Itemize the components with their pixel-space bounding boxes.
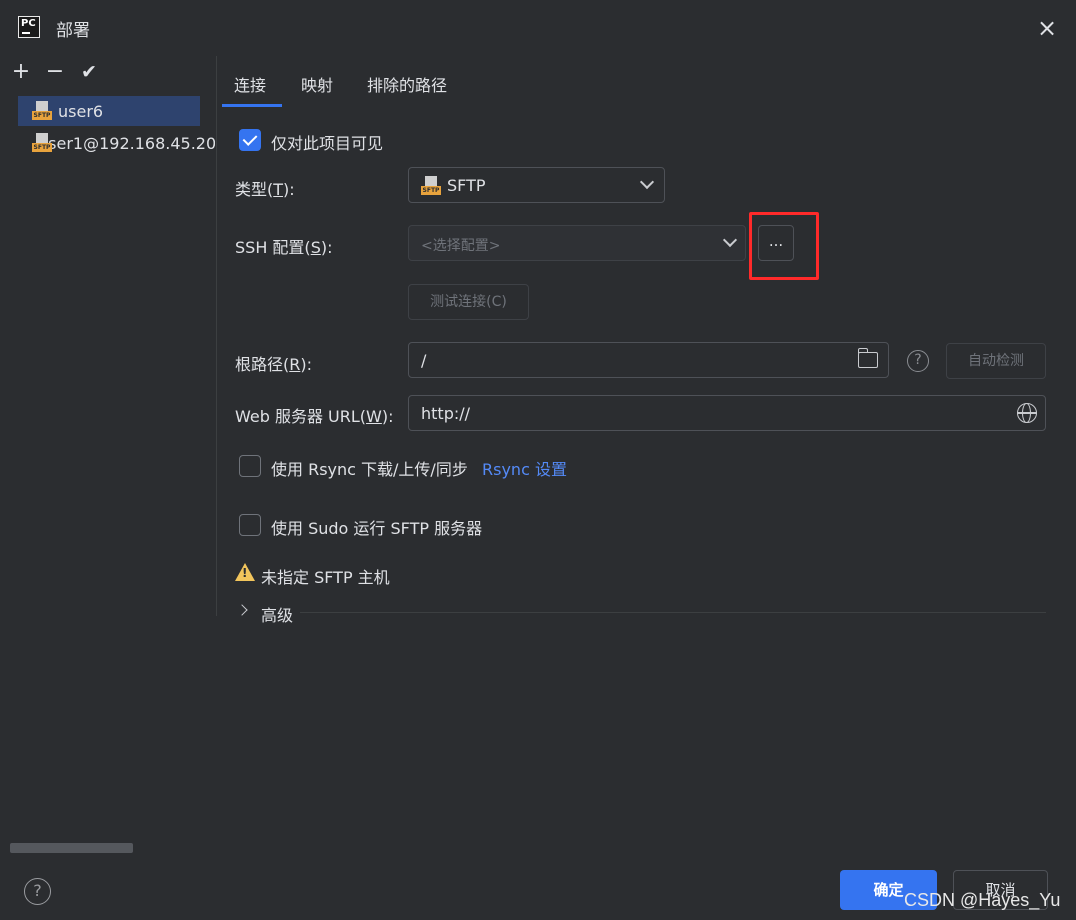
root-path-input[interactable]: /: [408, 342, 889, 378]
visible-only-project-checkbox[interactable]: [239, 129, 261, 151]
server-item-user1[interactable]: SFTP user1@192.168.45.20: [18, 128, 215, 158]
watermark-text: CSDN @Hayes_Yu: [904, 890, 1061, 910]
server-item-label: user1@192.168.45.20: [38, 133, 215, 153]
type-value: SFTP: [447, 176, 486, 195]
active-tab-indicator: [222, 104, 282, 107]
tab-bar: 连接 映射 排除的路径: [218, 56, 1076, 108]
sftp-server-icon: SFTP: [32, 101, 52, 121]
window-title: 部署: [56, 21, 90, 41]
add-server-button[interactable]: +: [8, 60, 34, 86]
tab-excluded-paths[interactable]: 排除的路径: [367, 72, 447, 96]
help-icon[interactable]: ?: [24, 878, 51, 905]
horizontal-scrollbar[interactable]: [10, 843, 133, 853]
advanced-section-toggle[interactable]: 高级: [261, 602, 293, 626]
help-icon[interactable]: ?: [907, 350, 929, 372]
server-item-user6[interactable]: SFTP user6: [18, 96, 200, 126]
tab-connection[interactable]: 连接: [234, 72, 266, 96]
warning-icon: !: [235, 563, 255, 581]
server-item-label: user6: [58, 101, 104, 121]
autodetect-button[interactable]: 自动检测: [946, 343, 1046, 379]
close-icon[interactable]: ×: [1034, 16, 1060, 42]
rsync-label: 使用 Rsync 下载/上传/同步: [271, 460, 468, 479]
folder-icon[interactable]: [857, 348, 878, 368]
ssh-config-label: SSH 配置(S):: [235, 238, 333, 257]
tab-mappings[interactable]: 映射: [301, 72, 333, 96]
panel-divider: [216, 56, 217, 616]
chevron-right-icon[interactable]: [236, 604, 248, 616]
web-url-label: Web 服务器 URL(W):: [235, 407, 394, 426]
server-list-panel: + − ✔ SFTP user6 SFTP user1@192.168.45.2…: [0, 56, 215, 920]
ssh-config-select[interactable]: <选择配置>: [408, 225, 746, 261]
advanced-separator: [300, 612, 1046, 613]
test-connection-button[interactable]: 测试连接(C): [408, 284, 529, 320]
root-path-label: 根路径(R):: [235, 355, 313, 374]
globe-icon[interactable]: [1017, 402, 1037, 423]
visible-only-project-label: 仅对此项目可见: [271, 134, 384, 153]
sftp-type-icon: SFTP: [421, 176, 441, 196]
title-bar: PC 部署 ×: [0, 0, 1076, 56]
ssh-config-placeholder: <选择配置>: [421, 238, 501, 254]
pycharm-app-icon: PC: [18, 16, 40, 38]
remove-server-button[interactable]: −: [42, 60, 68, 86]
root-path-value: /: [421, 351, 427, 370]
type-select[interactable]: SFTP SFTP: [408, 167, 665, 203]
highlight-annotation-box: [749, 212, 819, 280]
app-icon-text: PC: [21, 18, 36, 29]
rsync-settings-link[interactable]: Rsync 设置: [482, 456, 567, 480]
type-label: 类型(T):: [235, 180, 295, 199]
web-url-input[interactable]: http://: [408, 395, 1046, 431]
sudo-label: 使用 Sudo 运行 SFTP 服务器: [271, 519, 483, 538]
chevron-down-icon: [722, 232, 738, 248]
web-url-value: http://: [421, 404, 471, 423]
chevron-down-icon: [639, 174, 655, 190]
warning-text: 未指定 SFTP 主机: [261, 568, 390, 587]
sudo-checkbox[interactable]: [239, 514, 261, 536]
rsync-checkbox[interactable]: [239, 455, 261, 477]
set-default-button[interactable]: ✔: [76, 60, 102, 86]
